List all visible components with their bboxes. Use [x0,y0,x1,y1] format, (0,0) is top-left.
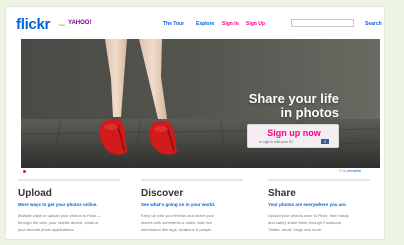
upload-description: Multiple ways to upload your photos to F… [18,212,130,233]
discover-description-line: Keep up with your friends and share your [141,213,214,218]
discover-title: Discover [141,188,184,199]
sign-up-label: Sign up now [267,128,321,138]
share-description-line: and safely share them through Facebook, [268,220,342,225]
logo-from-text: from [59,23,65,27]
discover-subtitle: See what's going on in your world. [141,202,216,207]
share-description-line: Upload your photos once to Flickr, then … [268,213,349,218]
upload-divider [18,179,120,181]
credit-prefix: © by [339,169,347,173]
share-subtitle: Your photos are everywhere you are. [268,202,347,207]
nav-the-tour[interactable]: The Tour [163,21,184,27]
discover-description: Keep up with your friends and share your… [141,212,253,233]
hero-title-line2: in photos [280,105,340,120]
search-button[interactable]: Search [365,21,382,27]
hero-banner: Share your life in photos Sign up now or… [21,39,380,168]
upload-title: Upload [18,188,52,199]
nav-sign-in[interactable]: Sign In [222,21,239,27]
discover-description-line: information like tags, locations & peopl… [141,227,212,232]
facebook-icon[interactable]: f [321,139,329,144]
discover-description-line: stories with comments & notes. Add rich [141,220,212,225]
yahoo-logo: YAHOO! [68,20,92,26]
share-description-line: Twitter, email, blogs and more. [268,227,323,232]
nav-sign-up[interactable]: Sign Up [246,21,265,27]
nav-explore[interactable]: Explore [196,21,214,27]
upload-description-line: Multiple ways to upload your photos to F… [18,213,101,218]
sign-up-button[interactable]: Sign up now or sign in with your ID f [247,124,339,148]
share-title: Share [268,188,296,199]
logo-wordmark: flickr [16,16,51,33]
page-frame: flickr from YAHOO! The Tour Explore Sign… [5,6,385,240]
sign-in-with-id-text[interactable]: or sign in with your ID [259,140,293,144]
discover-divider [141,179,243,181]
slide-indicator-dot[interactable] [23,170,26,173]
photographer-link[interactable]: dimakhin [347,169,361,173]
upload-description-line: your favorite photo applications. [18,227,75,232]
hero-title-line1: Share your life [248,91,339,106]
upload-description-line: through the web, your mobile device, ema… [18,220,99,225]
share-description: Upload your photos once to Flickr, then … [268,212,380,233]
share-divider [268,179,370,181]
photo-credit: © by dimakhin [339,169,361,173]
search-input[interactable] [291,19,354,27]
upload-subtitle: More ways to get your photos online. [18,202,98,207]
